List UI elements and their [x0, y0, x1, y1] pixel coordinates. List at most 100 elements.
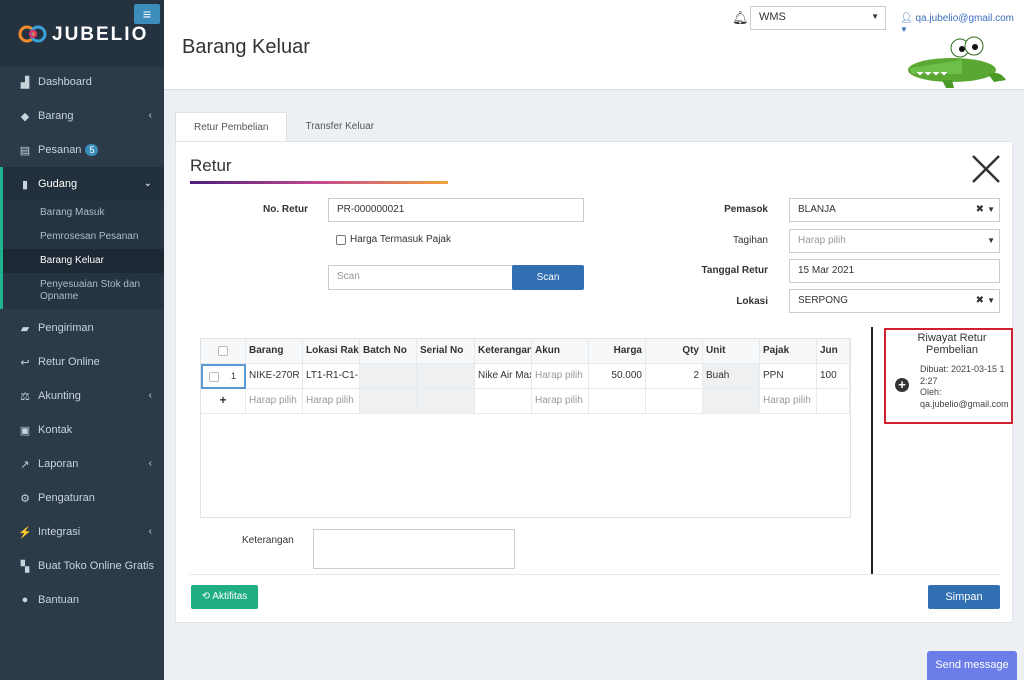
cell-qty[interactable]: 2	[646, 364, 703, 389]
cell-unit[interactable]: Buah	[703, 364, 760, 389]
sidebar-item-barang[interactable]: ◆ Barang ‹	[0, 99, 164, 133]
column-header[interactable]: Qty	[646, 339, 703, 364]
clear-icon[interactable]: ✖	[976, 295, 984, 306]
sidebar-subitem-pemrosesan-pesanan[interactable]: Pemrosesan Pesanan	[3, 225, 164, 249]
sidebar-item-bantuan[interactable]: ● Bantuan	[0, 583, 164, 617]
tanggal-retur-input[interactable]: 15 Mar 2021	[789, 259, 1000, 283]
select-all-checkbox[interactable]	[218, 346, 228, 356]
cell-jumlah[interactable]: 100	[817, 364, 850, 389]
cell-serial-no[interactable]	[417, 364, 475, 389]
sidebar-item-buat-toko[interactable]: ▚ Buat Toko Online Gratis	[0, 549, 164, 583]
lokasi-label: Lokasi	[736, 296, 768, 307]
cell-barang[interactable]: NIKE-270R	[246, 364, 303, 389]
column-header[interactable]: Unit	[703, 339, 760, 364]
address-card-icon: ▣	[19, 424, 31, 437]
add-jumlah-cell[interactable]	[817, 389, 850, 414]
row-checkbox[interactable]	[209, 372, 219, 382]
column-header[interactable]: Serial No	[417, 339, 475, 364]
row-select-cell[interactable]: 1	[201, 364, 246, 389]
location-select[interactable]: WMS ▼	[750, 6, 886, 30]
sidebar-item-pengiriman[interactable]: ▰ Pengiriman	[0, 311, 164, 345]
add-harga-cell[interactable]	[589, 389, 646, 414]
history-entry: Dibuat: 2021-03-15 12:27 Oleh: qa.jubeli…	[920, 364, 1012, 411]
cart-icon: ▚	[20, 560, 30, 573]
send-message-button[interactable]: Send message	[927, 651, 1017, 680]
column-header[interactable]: Jun	[817, 339, 850, 364]
cell-pajak[interactable]: PPN	[760, 364, 817, 389]
cell-lokasi-rak[interactable]: LT1-R1-C1-...	[303, 364, 360, 389]
sidebar-item-label: Akunting	[38, 390, 81, 402]
chevron-left-icon: ‹	[148, 390, 152, 401]
sidebar-item-dashboard[interactable]: ▟ Dashboard	[0, 65, 164, 99]
column-header[interactable]: Keterangan	[475, 339, 532, 364]
add-lokasi-placeholder[interactable]: Harap pilih	[303, 389, 360, 414]
sidebar-item-label: Retur Online	[38, 356, 100, 368]
tab-transfer-keluar[interactable]: Transfer Keluar	[287, 112, 392, 142]
bell-icon[interactable]: 🔔︎	[732, 10, 749, 26]
clear-icon[interactable]: ✖	[976, 204, 984, 215]
sidebar-item-akunting[interactable]: ⚖ Akunting ‹	[0, 379, 164, 413]
plus-circle-icon[interactable]: +	[895, 378, 909, 392]
sidebar-item-label: Laporan	[38, 458, 79, 470]
add-pajak-placeholder[interactable]: Harap pilih	[760, 389, 817, 414]
harga-pajak-checkbox[interactable]	[336, 235, 346, 245]
caret-down-icon: ▼	[871, 12, 879, 21]
reply-icon: ↩	[20, 356, 30, 369]
sidebar-item-pesanan[interactable]: ▤ Pesanan 5	[0, 133, 164, 167]
cell-keterangan[interactable]: Nike Air Max	[475, 364, 532, 389]
aktifitas-button[interactable]: ⟲ Aktifitas	[191, 585, 258, 609]
line-chart-icon: ↗	[20, 458, 30, 471]
scan-input[interactable]: Scan	[328, 265, 513, 290]
add-batch-cell[interactable]	[360, 389, 417, 414]
sidebar-subitem-barang-masuk[interactable]: Barang Masuk	[3, 201, 164, 225]
history-created: Dibuat: 2021-03-15 12:27	[920, 364, 1005, 386]
chevron-left-icon: ‹	[148, 110, 152, 121]
lokasi-select[interactable]: SERPONG ✖ ▼	[789, 289, 1000, 313]
menu-toggle-button[interactable]: ≡	[134, 4, 160, 24]
add-qty-cell[interactable]	[646, 389, 703, 414]
sidebar-subitem-penyesuaian-stok[interactable]: Penyesuaian Stok dan Opname	[3, 273, 164, 309]
column-header[interactable]: Lokasi Rak	[303, 339, 360, 364]
column-header[interactable]: Barang	[246, 339, 303, 364]
history-icon: ⟲	[201, 591, 211, 602]
pemasok-label: Pemasok	[724, 204, 768, 215]
history-by-label: Oleh:	[920, 387, 942, 398]
tagihan-select[interactable]: Harap pilih ▼	[789, 229, 1000, 253]
add-keterangan-cell[interactable]	[475, 389, 532, 414]
column-header[interactable]: Batch No	[360, 339, 417, 364]
simpan-button[interactable]: Simpan	[928, 585, 1000, 609]
cubes-icon: ◆	[20, 110, 30, 123]
column-header[interactable]: Akun	[532, 339, 589, 364]
sidebar-item-integrasi[interactable]: ⚡ Integrasi ‹	[0, 515, 164, 549]
cell-batch-no[interactable]	[360, 364, 417, 389]
close-icon[interactable]	[971, 154, 1001, 184]
add-akun-placeholder[interactable]: Harap pilih	[532, 389, 589, 414]
add-barang-placeholder[interactable]: Harap pilih	[246, 389, 303, 414]
location-select-value: WMS	[759, 11, 786, 23]
sidebar-item-kontak[interactable]: ▣ Kontak	[0, 413, 164, 447]
keterangan-textarea[interactable]	[313, 529, 515, 569]
no-retur-label: No. Retur	[263, 204, 308, 215]
scan-button[interactable]: Scan	[512, 265, 584, 290]
pemasok-select[interactable]: BLANJA ✖ ▼	[789, 198, 1000, 222]
cell-harga[interactable]: 50.000	[589, 364, 646, 389]
sidebar-item-retur-online[interactable]: ↩ Retur Online	[0, 345, 164, 379]
sidebar: JUBELIO ≡ ▟ Dashboard ◆ Barang ‹ ▤ Pesanan 5 …	[0, 0, 164, 680]
column-header[interactable]: Harga	[589, 339, 646, 364]
sidebar-item-pengaturan[interactable]: ⚙ Pengaturan	[0, 481, 164, 515]
chevron-down-icon: ⌄	[143, 178, 152, 189]
sidebar-item-gudang[interactable]: ▮ Gudang ⌄	[0, 167, 164, 201]
column-header[interactable]: Pajak	[760, 339, 817, 364]
tab-retur-pembelian[interactable]: Retur Pembelian	[175, 112, 288, 142]
sidebar-item-label: Bantuan	[38, 594, 79, 606]
sidebar-subitem-barang-keluar[interactable]: Barang Keluar	[3, 249, 164, 273]
add-row-plus-icon[interactable]: +	[201, 389, 246, 414]
add-serial-cell[interactable]	[417, 389, 475, 414]
no-retur-input[interactable]: PR-000000021	[328, 198, 584, 222]
table-row[interactable]: 1 NIKE-270R LT1-R1-C1-... Nike Air Max H…	[201, 364, 850, 389]
add-row[interactable]: + Harap pilih Harap pilih Harap pilih Ha…	[201, 389, 850, 414]
add-unit-cell[interactable]	[703, 389, 760, 414]
sidebar-item-laporan[interactable]: ↗ Laporan ‹	[0, 447, 164, 481]
cell-akun[interactable]: Harap pilih	[532, 364, 589, 389]
tagihan-placeholder: Harap pilih	[798, 235, 846, 246]
